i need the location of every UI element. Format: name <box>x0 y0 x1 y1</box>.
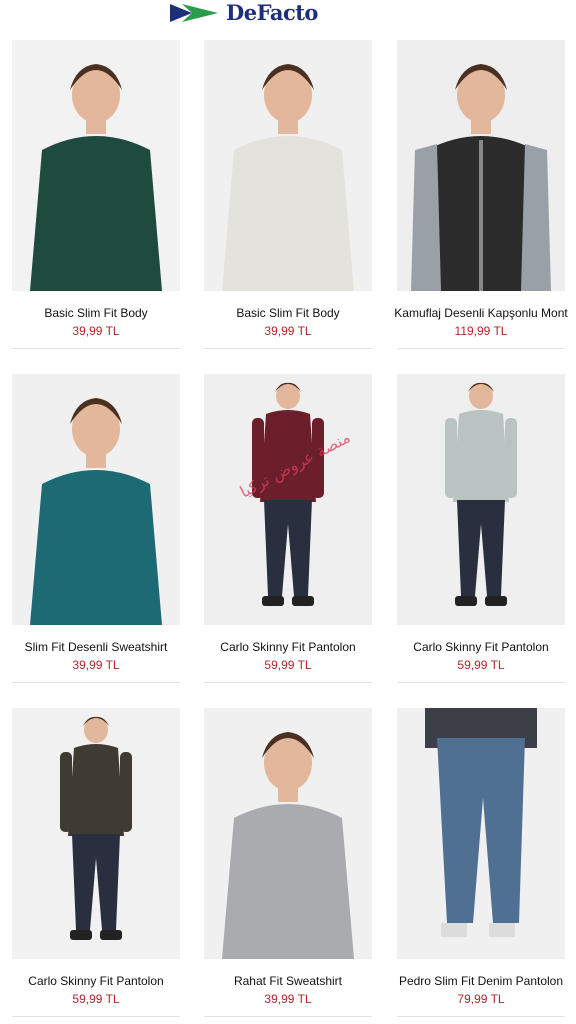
product-price: 39,99 TL <box>264 324 312 338</box>
header: DeFacto <box>0 0 576 26</box>
product-price: 59,99 TL <box>264 658 312 672</box>
brand-name: DeFacto <box>226 0 318 25</box>
product-card[interactable]: Pedro Slim Fit Denim Pantolon 79,99 TL <box>397 708 565 1018</box>
product-name[interactable]: Basic Slim Fit Body <box>198 306 378 320</box>
product-price: 39,99 TL <box>72 658 120 672</box>
product-price: 39,99 TL <box>72 324 120 338</box>
product-price: 59,99 TL <box>457 658 505 672</box>
product-card[interactable]: Rahat Fit Sweatshirt 39,99 TL <box>204 708 372 1018</box>
card-divider <box>397 1016 565 1017</box>
product-card[interactable]: Kamuflaj Desenli Kapşonlu Mont 119,99 TL <box>394 40 568 350</box>
product-price: 39,99 TL <box>264 992 312 1006</box>
card-divider <box>204 348 372 349</box>
product-image[interactable] <box>204 708 372 959</box>
product-image[interactable] <box>12 708 180 959</box>
card-divider <box>204 1016 372 1017</box>
product-price: 59,99 TL <box>72 992 120 1006</box>
product-card[interactable]: Carlo Skinny Fit Pantolon 59,99 TL <box>204 374 372 684</box>
product-image[interactable] <box>12 374 180 625</box>
product-name[interactable]: Carlo Skinny Fit Pantolon <box>198 640 378 654</box>
brand-logo[interactable]: DeFacto <box>170 2 318 24</box>
card-divider <box>397 682 565 683</box>
product-name[interactable]: Kamuflaj Desenli Kapşonlu Mont <box>391 306 571 320</box>
card-divider <box>397 348 565 349</box>
product-price: 119,99 TL <box>454 324 508 338</box>
defacto-flag-icon <box>170 4 218 22</box>
product-image[interactable] <box>397 40 565 291</box>
product-name[interactable]: Rahat Fit Sweatshirt <box>198 974 378 988</box>
card-divider <box>204 682 372 683</box>
card-divider <box>12 682 180 683</box>
product-name[interactable]: Basic Slim Fit Body <box>6 306 186 320</box>
product-image[interactable] <box>204 40 372 291</box>
product-card[interactable]: Basic Slim Fit Body 39,99 TL <box>204 40 372 350</box>
product-image[interactable] <box>397 708 565 959</box>
product-name[interactable]: Pedro Slim Fit Denim Pantolon <box>391 974 571 988</box>
product-card[interactable]: Carlo Skinny Fit Pantolon 59,99 TL <box>397 374 565 684</box>
product-card[interactable]: Carlo Skinny Fit Pantolon 59,99 TL <box>12 708 180 1018</box>
product-card[interactable]: Basic Slim Fit Body 39,99 TL <box>12 40 180 350</box>
product-image[interactable] <box>12 40 180 291</box>
product-price: 79,99 TL <box>457 992 505 1006</box>
product-name[interactable]: Carlo Skinny Fit Pantolon <box>391 640 571 654</box>
card-divider <box>12 1016 180 1017</box>
card-divider <box>12 348 180 349</box>
product-name[interactable]: Slim Fit Desenli Sweatshirt <box>6 640 186 654</box>
product-name[interactable]: Carlo Skinny Fit Pantolon <box>6 974 186 988</box>
product-card[interactable]: Slim Fit Desenli Sweatshirt 39,99 TL <box>12 374 180 684</box>
product-image[interactable] <box>397 374 565 625</box>
